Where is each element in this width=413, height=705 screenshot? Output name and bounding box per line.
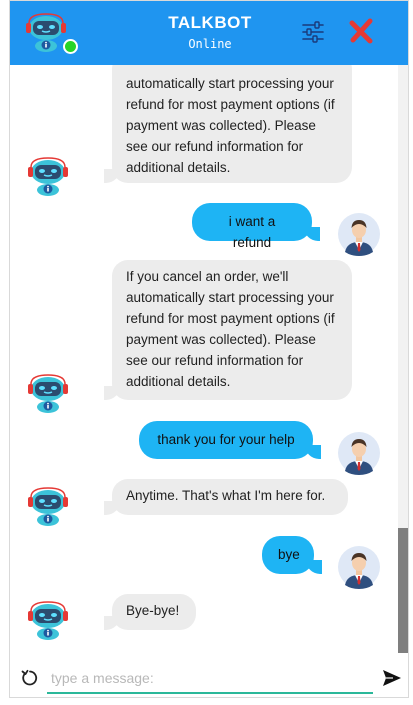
robot-icon [26, 374, 70, 414]
message-text: Bye-bye! [126, 603, 180, 618]
message-composer [10, 657, 408, 697]
robot-icon [24, 13, 68, 53]
robot-icon [26, 157, 70, 197]
sliders-icon[interactable] [300, 19, 326, 45]
bot-message: Bye-bye! [104, 594, 196, 630]
reload-icon[interactable] [21, 669, 39, 687]
message-text: Anytime. That's what I'm here for. [126, 488, 326, 503]
message-text: bye [278, 547, 300, 562]
bot-message: Anytime. That's what I'm here for. [104, 479, 348, 515]
user-message: bye [262, 536, 322, 574]
user-avatar-icon [337, 431, 381, 475]
message-text: automatically start processing your refu… [126, 76, 335, 175]
scrollbar-thumb[interactable] [398, 528, 408, 653]
user-message: thank you for your help [139, 421, 321, 459]
message-text: If you cancel an order, we'll automatica… [126, 269, 335, 389]
chat-header: TALKBOT Online [10, 1, 408, 65]
chat-widget: TALKBOT Online automatically start proce… [9, 0, 409, 698]
bot-message: If you cancel an order, we'll automatica… [104, 260, 352, 400]
send-icon[interactable] [382, 669, 402, 687]
online-status-indicator [63, 39, 78, 54]
user-avatar-icon [337, 212, 381, 256]
close-x-icon[interactable] [348, 17, 376, 45]
robot-icon [26, 601, 70, 641]
chat-status: Online [188, 37, 232, 51]
message-list[interactable]: automatically start processing your refu… [10, 65, 396, 653]
message-text: thank you for your help [157, 432, 295, 447]
user-avatar-icon [337, 545, 381, 589]
bot-message: automatically start processing your refu… [104, 65, 352, 183]
robot-icon [26, 487, 70, 527]
message-input[interactable] [47, 664, 373, 694]
message-text: i want a refund [228, 214, 276, 250]
user-message: i want a refund [192, 203, 320, 250]
chat-title: TALKBOT [168, 13, 252, 32]
message-scrollbar[interactable] [398, 65, 408, 653]
